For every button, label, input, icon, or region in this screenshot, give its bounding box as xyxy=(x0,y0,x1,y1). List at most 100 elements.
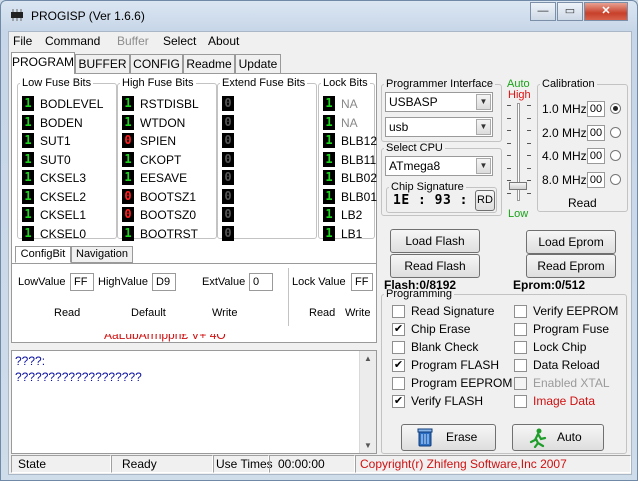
read-flash-button[interactable]: Read Flash xyxy=(390,254,480,278)
restore-button[interactable]: ▭ xyxy=(557,2,583,21)
fuse-bit-value[interactable]: 1 xyxy=(323,151,335,167)
fuse-bit-value[interactable]: 0 xyxy=(222,151,234,167)
fuse-bit-value[interactable]: 0 xyxy=(122,207,134,222)
default-fuse-button[interactable]: Default xyxy=(131,307,166,319)
chevron-down-icon[interactable]: ▼ xyxy=(476,94,491,110)
fuse-bit-value[interactable]: 1 xyxy=(323,96,335,111)
fuse-bit-row[interactable]: 0 SPIEN xyxy=(122,132,218,150)
fuse-bit-value[interactable]: 0 xyxy=(222,225,234,241)
checkbox[interactable] xyxy=(514,305,527,318)
fuse-bit-row[interactable]: 1 RSTDISBL xyxy=(122,95,218,113)
fuse-bit-value[interactable]: 1 xyxy=(22,225,34,241)
tab-config[interactable]: CONFIG xyxy=(130,54,183,74)
menu-command[interactable]: Command xyxy=(45,34,100,48)
checkbox[interactable] xyxy=(514,359,527,372)
minimize-button[interactable]: — xyxy=(530,2,556,21)
fuse-bit-row[interactable]: 0 xyxy=(222,188,318,206)
fuse-bit-row[interactable]: 1 CKSEL3 xyxy=(22,169,118,187)
checkbox[interactable] xyxy=(392,305,405,318)
fuse-bit-value[interactable]: 0 xyxy=(222,207,234,222)
slider-thumb[interactable] xyxy=(509,182,527,190)
tab-readme[interactable]: Readme xyxy=(183,54,235,74)
fuse-bit-row[interactable]: 1 BODLEVEL xyxy=(22,95,118,113)
fuse-bit-row[interactable]: 0 BOOTSZ1 xyxy=(122,188,218,206)
read-fuse-button[interactable]: Read xyxy=(54,307,80,319)
fuse-bit-row[interactable]: 1 CKSEL0 xyxy=(22,225,118,243)
checkbox-checked[interactable]: ✔ xyxy=(392,395,405,408)
fuse-bit-row[interactable]: 1 CKSEL1 xyxy=(22,206,118,224)
fuse-bit-value[interactable]: 0 xyxy=(222,133,234,148)
tab-buffer[interactable]: BUFFER xyxy=(75,54,130,74)
fuse-bit-value[interactable]: 1 xyxy=(22,133,34,148)
log-box[interactable]: ????: ??????????????????? ▲ ▼ xyxy=(11,350,377,454)
fuse-bit-value[interactable]: 0 xyxy=(222,188,234,204)
fuse-bit-row[interactable]: 0 xyxy=(222,206,318,224)
checkbox-checked[interactable]: ✔ xyxy=(392,323,405,336)
calibration-value[interactable]: 00 xyxy=(587,101,605,117)
write-fuse-button[interactable]: Write xyxy=(212,307,237,319)
checkbox[interactable] xyxy=(392,341,405,354)
fuse-bit-row[interactable]: 0 xyxy=(222,114,318,132)
calibration-radio[interactable] xyxy=(610,173,621,185)
tab-configbit[interactable]: ConfigBit xyxy=(15,246,71,263)
calibration-radio[interactable] xyxy=(610,126,621,138)
checkbox[interactable] xyxy=(392,377,405,390)
tab-navigation[interactable]: Navigation xyxy=(71,246,133,263)
fuse-bit-row[interactable]: 1 EESAVE xyxy=(122,169,218,187)
fuse-bit-value[interactable]: 0 xyxy=(222,114,234,130)
menu-about[interactable]: About xyxy=(208,34,239,48)
tab-program[interactable]: PROGRAM xyxy=(11,52,75,74)
high-value-input[interactable]: D9 xyxy=(152,273,176,291)
fuse-bit-row[interactable]: 1 BODEN xyxy=(22,114,118,132)
write-lock-button[interactable]: Write xyxy=(345,307,370,319)
ext-value-input[interactable]: 0 xyxy=(249,273,273,291)
fuse-bit-value[interactable]: 1 xyxy=(323,170,335,185)
fuse-bit-row[interactable]: 1 WTDON xyxy=(122,114,218,132)
fuse-bit-row[interactable]: 0 xyxy=(222,95,318,113)
checkbox[interactable] xyxy=(514,323,527,336)
fuse-bit-value[interactable]: 1 xyxy=(22,114,34,130)
menu-select[interactable]: Select xyxy=(163,34,196,48)
fuse-bit-value[interactable]: 0 xyxy=(222,170,234,185)
checkbox-checked[interactable]: ✔ xyxy=(392,359,405,372)
low-value-input[interactable]: FF xyxy=(70,273,94,291)
fuse-bit-row[interactable]: 1 CKOPT xyxy=(122,151,218,169)
calibration-radio[interactable] xyxy=(610,103,621,114)
fuse-bit-row[interactable]: 1 SUT0 xyxy=(22,151,118,169)
interface-select[interactable]: USBASP ▼ xyxy=(385,92,493,112)
scroll-down-icon[interactable]: ▼ xyxy=(364,441,372,450)
fuse-bit-value[interactable]: 1 xyxy=(323,133,335,148)
fuse-bit-row[interactable]: 0 BOOTSZ0 xyxy=(122,206,218,224)
fuse-bit-value[interactable]: 1 xyxy=(22,96,34,111)
load-flash-button[interactable]: Load Flash xyxy=(390,229,480,253)
fuse-bit-value[interactable]: 1 xyxy=(122,151,134,167)
fuse-bit-value[interactable]: 1 xyxy=(323,225,335,241)
fuse-bit-value[interactable]: 1 xyxy=(323,114,335,130)
calibration-read-button[interactable]: Read xyxy=(568,196,597,210)
fuse-bit-value[interactable]: 0 xyxy=(222,96,234,111)
log-scrollbar[interactable]: ▲ ▼ xyxy=(359,351,376,453)
fuse-bit-row[interactable]: 0 xyxy=(222,132,318,150)
cpu-select[interactable]: ATmega8 ▼ xyxy=(385,156,493,176)
fuse-bit-row[interactable]: 1 SUT1 xyxy=(22,132,118,150)
fuse-bit-value[interactable]: 1 xyxy=(22,207,34,222)
calibration-value[interactable]: 00 xyxy=(587,148,605,164)
fuse-bit-value[interactable]: 0 xyxy=(122,133,134,148)
menu-buffer[interactable]: Buffer xyxy=(117,34,149,48)
tab-update[interactable]: Update xyxy=(235,54,281,74)
fuse-bit-row[interactable]: 0 xyxy=(222,151,318,169)
read-signature-button[interactable]: RD xyxy=(475,190,495,211)
calibration-radio[interactable] xyxy=(610,150,621,161)
fuse-bit-value[interactable]: 1 xyxy=(323,188,335,204)
read-eprom-button[interactable]: Read Eprom xyxy=(526,254,616,278)
chevron-down-icon[interactable]: ▼ xyxy=(476,158,491,174)
read-lock-button[interactable]: Read xyxy=(309,307,335,319)
calibration-value[interactable]: 00 xyxy=(587,124,605,141)
calibration-value[interactable]: 00 xyxy=(587,171,605,188)
fuse-bit-value[interactable]: 1 xyxy=(22,151,34,167)
scroll-up-icon[interactable]: ▲ xyxy=(364,354,372,363)
chevron-down-icon[interactable]: ▼ xyxy=(476,119,491,135)
load-eprom-button[interactable]: Load Eprom xyxy=(526,230,616,254)
fuse-bit-value[interactable]: 1 xyxy=(122,170,134,185)
fuse-bit-value[interactable]: 1 xyxy=(122,114,134,130)
